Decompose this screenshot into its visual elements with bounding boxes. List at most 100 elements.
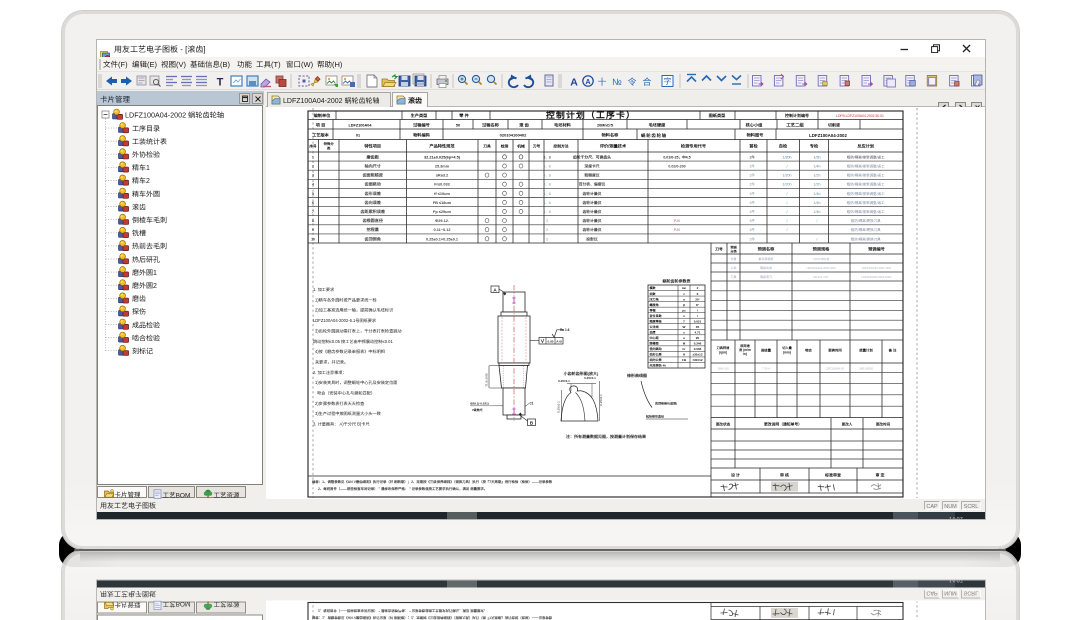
svg-text:0.021: 0.021 (694, 318, 702, 323)
svg-text:模数: 模数 (650, 285, 657, 290)
svg-text:(mm): (mm) (783, 349, 791, 354)
svg-text:3、8: 3、8 (543, 192, 551, 197)
svg-text:中心距: 中心距 (650, 335, 659, 340)
svg-text:4: 4 (312, 182, 314, 187)
svg-text:pz: pz (682, 307, 686, 312)
svg-text:工装统计表: 工装统计表 (132, 137, 167, 147)
svg-text:±30±12: ±30±12 (692, 352, 702, 357)
svg-text:精度等级: 精度等级 (649, 318, 663, 323)
svg-text:7级抛光: 7级抛光 (472, 408, 483, 412)
svg-text:齿形公差: 齿形公差 (650, 352, 662, 357)
svg-text:(rpm): (rpm) (719, 349, 727, 354)
svg-text:齿顶倒角: 齿顶倒角 (365, 236, 381, 242)
svg-text:1件: 1件 (749, 183, 755, 188)
svg-text:/: / (787, 219, 788, 224)
svg-text:35: 35 (696, 324, 700, 329)
svg-text:3. 计量器具： A)千分尺 B)卡尺: 3. 计量器具： A)千分尺 B)卡尺 (313, 422, 370, 428)
svg-text:4)按《磨齿参数记录单报表》中标明相: 4)按《磨齿参数记录单报表》中标明相 (315, 349, 385, 355)
svg-text:C1: C1 (530, 401, 534, 406)
svg-text:啮合: 啮合 (805, 348, 812, 353)
svg-text:螺旋角: 螺旋角 (650, 302, 659, 307)
svg-text:3、8: 3、8 (543, 183, 551, 188)
svg-text:径向跳动: 径向跳动 (650, 346, 662, 351)
svg-text:齿根圆直径: 齿根圆直径 (362, 218, 383, 224)
svg-text:1/4h: 1/4h (814, 165, 821, 170)
svg-text:1/2h: 1/2h (814, 174, 821, 179)
svg-text:审 定: 审 定 (875, 473, 884, 479)
svg-text:1/20h: 1/20h (783, 183, 792, 188)
svg-text:压力角: 压力角 (650, 296, 659, 301)
svg-text:0.25±0.1: 0.25±0.1 (558, 379, 570, 383)
svg-text:71.5±0.05: 71.5±0.05 (485, 373, 489, 387)
svg-text:20MnCr5: 20MnCr5 (597, 124, 613, 129)
svg-text:审 核: 审 核 (780, 473, 789, 479)
svg-text:齿面粗糙度: 齿面粗糙度 (362, 173, 383, 179)
svg-text:3: 3 (546, 228, 548, 233)
svg-text:1. 加工要求: 1. 加工要求 (313, 287, 334, 293)
svg-text:粗防/隔离/更换刀具: 粗防/隔离/更换刀具 (851, 228, 881, 233)
svg-text:分类: 分类 (730, 248, 737, 253)
svg-text:Φ29.12.: Φ29.12. (435, 219, 449, 224)
svg-text:2、每班首件（——那些检查车间记录） " 遇修改保养严格: 2、每班首件（——那些检查车间记录） " 遇修改保养严格： " 记录参数值按工艺… (318, 609, 487, 614)
svg-text:0.02/0-200: 0.02/0-200 (668, 165, 685, 170)
svg-text:控制计划（工序卡）: 控制计划（工序卡） (546, 108, 636, 121)
svg-text:检测: 检测 (501, 144, 509, 150)
svg-text:控制计划编号: 控制计划编号 (785, 113, 809, 119)
svg-text:磨齿: 磨齿 (132, 294, 146, 304)
svg-text:1885 180902: 1885 180902 (859, 367, 874, 371)
svg-text:粗防/隔离/重新调整/返工: 粗防/隔离/重新调整/返工 (847, 165, 885, 170)
svg-text:刀具: 刀具 (482, 144, 491, 150)
svg-text:6: 6 (312, 200, 314, 205)
svg-text:FB ≤18um: FB ≤18um (433, 201, 452, 206)
svg-text:0.25±0.1: 0.25±0.1 (584, 376, 596, 380)
svg-text:精车2: 精车2 (132, 176, 150, 186)
svg-text:公法线: 公法线 (650, 324, 660, 329)
svg-text:Fr≤0.033: Fr≤0.033 (434, 183, 450, 188)
svg-text:LDFZ100A04-2002 蜗轮齿轮轴: LDFZ100A04-2002 蜗轮齿轮轴 (125, 111, 224, 121)
svg-text:令: 令 (627, 75, 636, 88)
svg-text:9: 9 (312, 227, 314, 232)
svg-text:毛坯材料: 毛坯材料 (554, 123, 572, 129)
svg-text:物料编码: 物料编码 (412, 133, 431, 139)
svg-text:x: x (683, 313, 685, 318)
svg-text:M: M (683, 341, 686, 346)
svg-text:过程编号: 过程编号 (413, 123, 430, 129)
svg-text:热前去毛刺: 热前去毛刺 (132, 242, 167, 252)
svg-text:图纸类型: 图纸类型 (709, 113, 727, 119)
svg-text:特性项目: 特性项目 (364, 144, 381, 150)
svg-text:/: / (787, 210, 788, 215)
svg-text:滚 齿: 滚 齿 (519, 123, 529, 129)
svg-text:挖程量: 挖程量 (367, 227, 379, 233)
svg-text:更换时间: 更换时间 (828, 348, 842, 353)
svg-text:设 计: 设 计 (731, 473, 740, 479)
svg-text:2: 2 (697, 285, 699, 290)
svg-text:齿向公差: 齿向公差 (650, 357, 662, 362)
svg-text:粗防/隔离/重新调整/返工: 粗防/隔离/重新调整/返工 (847, 192, 885, 197)
svg-text:齿厚: 齿厚 (650, 330, 656, 335)
svg-text:更改说明（通知单号）: 更改说明（通知单号） (764, 421, 802, 427)
svg-text:/: / (787, 192, 788, 197)
svg-text:1/2h: 1/2h (814, 155, 821, 160)
svg-text:1件: 1件 (749, 210, 755, 215)
svg-text:1)精车各外圆时按产品要求统一检: 1)精车各外圆时按产品要求统一检 (315, 297, 377, 303)
svg-text:in): in) (743, 351, 747, 356)
svg-text:3、8: 3、8 (543, 165, 551, 170)
svg-text:磨齿距: 磨齿距 (366, 154, 380, 160)
svg-text:1件: 1件 (749, 237, 755, 242)
svg-text:刀号: 刀号 (714, 247, 723, 253)
svg-text:1件: 1件 (749, 174, 755, 179)
svg-text:0.036: 0.036 (694, 346, 702, 351)
svg-text:Φ29.1(-0.021): Φ29.1(-0.021) (470, 402, 489, 406)
svg-text:W: W (683, 324, 686, 329)
svg-text:外协检验: 外协检验 (132, 150, 160, 160)
svg-text:2、每班首件（——那些检查车间记录） " 遇修改保养严格: 2、每班首件（——那些检查车间记录） " 遇修改保养严格： " 记录参数值按工艺… (318, 486, 487, 491)
svg-text:a: a (683, 335, 685, 340)
svg-text:生产类型: 生产类型 (411, 113, 429, 119)
svg-text:精车外圆: 精车外圆 (132, 189, 160, 199)
svg-text:铣槽: 铣槽 (132, 229, 146, 239)
svg-text:s: s (683, 330, 685, 335)
svg-text:0.25±0.1×0.25±0.1: 0.25±0.1×0.25±0.1 (426, 237, 459, 242)
svg-text:粗防/隔离/重新调整/返工: 粗防/隔离/重新调整/返工 (847, 155, 885, 160)
svg-text:5: 5 (312, 191, 314, 196)
svg-text:1/4h: 1/4h (814, 201, 821, 206)
